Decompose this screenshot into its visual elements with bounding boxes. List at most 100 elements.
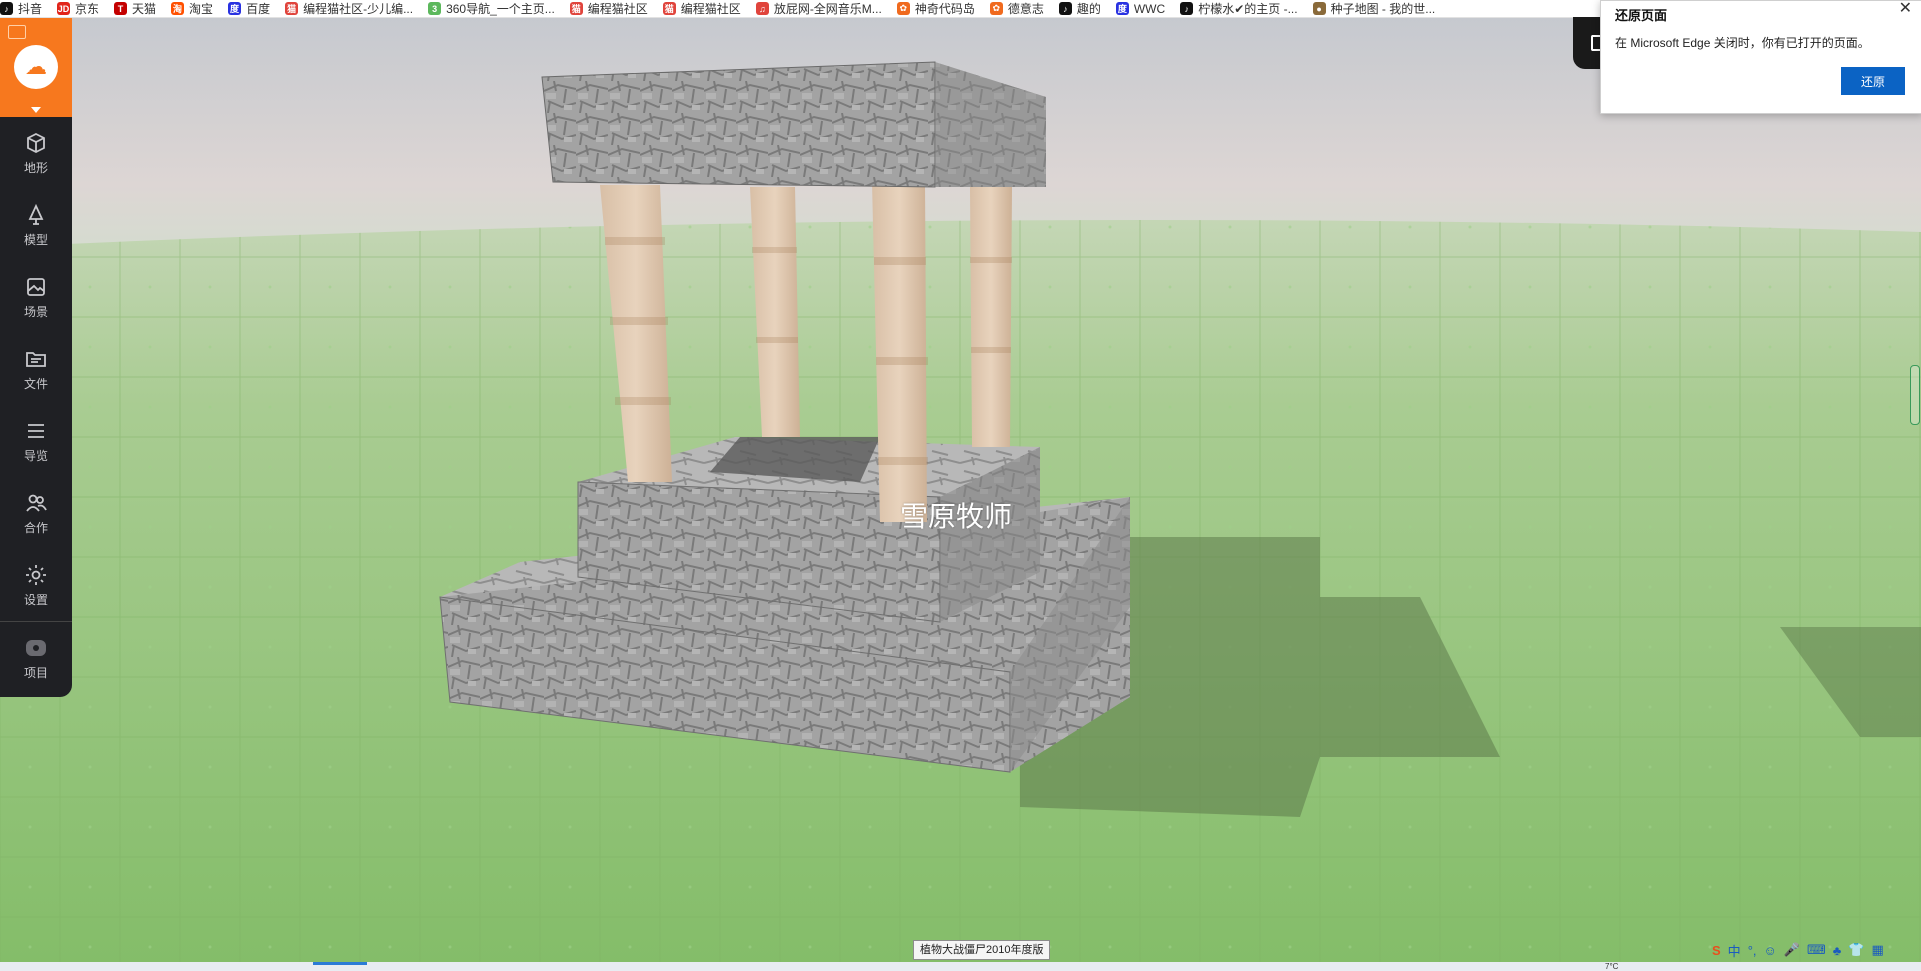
ime-tray-icon[interactable]: S bbox=[1712, 943, 1721, 958]
sidebar-item-3[interactable]: 文件 bbox=[0, 333, 72, 405]
bookmark-label: 编程猫社区 bbox=[680, 2, 741, 16]
sidebar-item-6[interactable]: 设置 bbox=[0, 549, 72, 621]
ime-tray: S 中 °, ☺ 🎤 ⌨ ♣ 👕 ▦ bbox=[1712, 940, 1891, 960]
codemao-logo-icon: ☁ bbox=[14, 45, 58, 89]
gear-icon bbox=[26, 564, 46, 585]
bookmark-label: 京东 bbox=[75, 2, 100, 16]
app-logo[interactable]: ☁ bbox=[0, 17, 72, 117]
taskbar bbox=[0, 962, 1921, 971]
codemao-icon: 猫 bbox=[569, 2, 583, 15]
taobao-icon: 淘 bbox=[171, 2, 185, 15]
bookmark-label: 编程猫社区-少儿编... bbox=[303, 2, 414, 16]
taskbar-weather: 7°C bbox=[1605, 962, 1619, 971]
bookmark-item[interactable]: ♪ 趣的 bbox=[1058, 0, 1101, 17]
close-icon[interactable]: ✕ bbox=[1899, 0, 1912, 18]
taskbar-active-app[interactable] bbox=[313, 962, 367, 965]
360-icon: 3 bbox=[428, 2, 442, 15]
bookmark-item[interactable]: JD 京东 bbox=[57, 0, 99, 17]
sidebar-item-0[interactable]: 地形 bbox=[0, 117, 72, 189]
bookmark-label: 种子地图 - 我的世... bbox=[1330, 2, 1436, 16]
bookmark-item[interactable]: T 天猫 bbox=[114, 0, 156, 17]
bookmark-item[interactable]: ✿ 神奇代码岛 bbox=[896, 0, 975, 17]
dialog-title: 还原页面 bbox=[1615, 8, 1668, 23]
sidebar-item-label: 合作 bbox=[23, 520, 48, 535]
bookmark-item[interactable]: 猫编程猫社区 bbox=[662, 0, 741, 17]
codemao-icon: 猫 bbox=[662, 2, 676, 15]
editor-sidebar: ☁ 地形模型场景文件导览合作设置 项目 bbox=[0, 17, 72, 697]
bookmark-label: 天猫 bbox=[132, 2, 157, 16]
bookmark-label: 百度 bbox=[246, 2, 271, 16]
bookmark-item[interactable]: ♪ 柠檬水✔的主页 -... bbox=[1180, 0, 1298, 17]
baidu-icon: 度 bbox=[228, 2, 242, 15]
scene-viewport[interactable] bbox=[0, 17, 1921, 962]
bookmark-item[interactable]: 度百度 bbox=[228, 0, 270, 17]
scroll-indicator[interactable] bbox=[1910, 365, 1920, 425]
ime-tray-icon[interactable]: 中 bbox=[1728, 941, 1741, 960]
folder-icon bbox=[26, 351, 46, 367]
sidebar-item-5[interactable]: 合作 bbox=[0, 477, 72, 549]
sidebar-item-4[interactable]: 导览 bbox=[0, 405, 72, 477]
bookmark-label: 360导航_一个主页... bbox=[446, 2, 555, 16]
project-icon bbox=[26, 639, 46, 656]
bookmark-label: 淘宝 bbox=[189, 2, 214, 16]
bookmark-item[interactable]: 猫编程猫社区-少儿编... bbox=[285, 0, 413, 17]
cube-icon bbox=[27, 132, 45, 153]
tmall-icon: T bbox=[114, 2, 128, 15]
sidebar-item-label: 地形 bbox=[23, 160, 48, 175]
ime-tray-icon[interactable]: 🎤 bbox=[1784, 942, 1800, 958]
seed-icon: ● bbox=[1312, 2, 1326, 15]
bookmark-item[interactable]: ♪ 抖音 bbox=[0, 0, 42, 17]
sidebar-item-2[interactable]: 场景 bbox=[0, 261, 72, 333]
ime-tray-icon[interactable]: ♣ bbox=[1833, 943, 1842, 958]
users-icon bbox=[26, 494, 47, 512]
scene-canvas[interactable] bbox=[0, 17, 1921, 962]
image-icon bbox=[27, 277, 45, 296]
bookmark-item[interactable]: ♫ 放屁网-全网音乐M... bbox=[755, 0, 882, 17]
sidebar-item-label: 导览 bbox=[23, 448, 48, 463]
screen-icon bbox=[8, 25, 26, 39]
tree-icon bbox=[28, 203, 44, 225]
sidebar-item-label: 场景 bbox=[23, 304, 48, 319]
restore-pages-dialog: 还原页面 ✕ 在 Microsoft Edge 关闭时，你有已打开的页面。 还原 bbox=[1600, 0, 1921, 114]
bookmark-label: 编程猫社区 bbox=[587, 2, 648, 16]
ime-tray-icon[interactable]: 👕 bbox=[1848, 942, 1864, 958]
tiktok-icon: ♪ bbox=[0, 2, 13, 15]
bookmark-label: 抖音 bbox=[18, 2, 43, 16]
jd-icon: JD bbox=[57, 2, 71, 15]
bookmark-item[interactable]: 度 WWC bbox=[1115, 0, 1166, 17]
bookmark-item[interactable]: 淘淘宝 bbox=[171, 0, 213, 17]
ime-tray-icon[interactable]: °, bbox=[1748, 943, 1757, 958]
music-icon: ♫ bbox=[755, 2, 769, 15]
bookmark-label: 德意志 bbox=[1007, 2, 1044, 16]
bookmark-label: 神奇代码岛 bbox=[914, 2, 975, 16]
ime-tray-icon[interactable]: ⌨ bbox=[1807, 942, 1826, 958]
side-panel-toggle[interactable] bbox=[1573, 17, 1605, 69]
restore-button[interactable]: 还原 bbox=[1841, 67, 1905, 95]
ime-tray-icon[interactable]: ▦ bbox=[1871, 942, 1883, 958]
bookmark-label: WWC bbox=[1133, 1, 1166, 16]
bookmark-label: 柠檬水✔的主页 -... bbox=[1198, 2, 1298, 16]
player-nametag: 雪原牧师 bbox=[900, 501, 1013, 532]
bookmark-item[interactable]: 猫编程猫社区 bbox=[569, 0, 648, 17]
taskbar-tooltip: 植物大战僵尸2010年度版 bbox=[913, 940, 1051, 960]
caret-down-icon bbox=[31, 107, 41, 113]
tiktok-icon: ♪ bbox=[1180, 2, 1194, 15]
codemao-icon: 猫 bbox=[285, 2, 299, 15]
bookmark-item[interactable]: ✿ 德意志 bbox=[989, 0, 1044, 17]
sidebar-item-label: 文件 bbox=[23, 376, 48, 391]
list-icon bbox=[28, 423, 44, 438]
sidebar-item-1[interactable]: 模型 bbox=[0, 189, 72, 261]
ime-tray-icon[interactable]: ☺ bbox=[1764, 943, 1777, 958]
sidebar-item-label: 设置 bbox=[23, 592, 48, 607]
sidebar-item-label: 模型 bbox=[23, 232, 48, 247]
flower-icon: ✿ bbox=[989, 2, 1003, 15]
flower-icon: ✿ bbox=[896, 2, 910, 15]
bookmark-item[interactable]: 3 360导航_一个主页... bbox=[428, 0, 555, 17]
bookmark-label: 趣的 bbox=[1076, 2, 1101, 16]
bookmark-item[interactable]: ● 种子地图 - 我的世... bbox=[1312, 0, 1436, 17]
tiktok-icon: ♪ bbox=[1058, 2, 1072, 15]
dialog-message: 在 Microsoft Edge 关闭时，你有已打开的页面。 bbox=[1615, 36, 1870, 50]
sidebar-item-project[interactable]: 项目 bbox=[0, 622, 72, 694]
bookmark-label: 放屁网-全网音乐M... bbox=[773, 2, 882, 16]
sidebar-item-label: 项目 bbox=[23, 665, 48, 680]
